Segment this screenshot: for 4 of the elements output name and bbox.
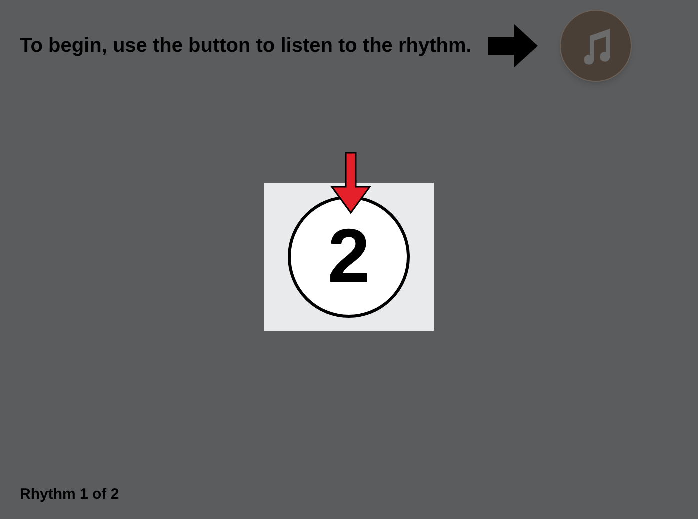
arrow-icon bbox=[488, 24, 538, 68]
rhythm-counter: Rhythm 1 of 2 bbox=[20, 486, 120, 503]
beat-number: 2 bbox=[328, 219, 370, 295]
instruction-text: To begin, use the button to listen to the rhythm. bbox=[20, 34, 472, 59]
